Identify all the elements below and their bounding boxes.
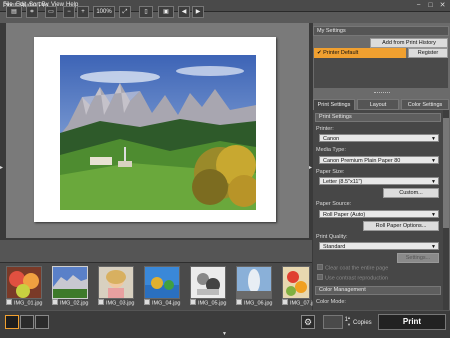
- media-type-label: Media Type:: [316, 147, 346, 153]
- paper-size-label: Paper Size:: [316, 169, 345, 175]
- zoom-level[interactable]: 100%: [93, 6, 115, 18]
- zoom-in-icon[interactable]: +: [77, 6, 89, 18]
- tab-color-settings[interactable]: Color Settings: [401, 99, 449, 110]
- my-settings-list: [314, 58, 448, 88]
- checkbox-icon[interactable]: [282, 299, 288, 305]
- thumbnail-label[interactable]: IMG_03.jpg: [98, 299, 134, 306]
- checkbox-icon[interactable]: [6, 299, 12, 305]
- fullscreen-icon[interactable]: ⤢: [119, 6, 131, 18]
- print-layout-icon[interactable]: ▤: [6, 6, 22, 18]
- panel-scrollbar-thumb[interactable]: [443, 118, 449, 228]
- custom-button[interactable]: Custom...: [383, 188, 439, 198]
- add-from-history-button[interactable]: Add from Print History: [370, 38, 448, 48]
- thumbnail[interactable]: [236, 266, 272, 299]
- copies-stepper[interactable]: ▲ ▼: [346, 314, 352, 328]
- thumbnail-label[interactable]: IMG_04.jpg: [144, 299, 180, 306]
- image-options-icon[interactable]: ▣: [158, 6, 174, 18]
- copies-label: Copies: [353, 320, 372, 326]
- next-icon[interactable]: ▶: [192, 6, 204, 18]
- paper-size-select[interactable]: Letter (8.5"x11") ▼: [319, 177, 439, 185]
- paper-preview: [34, 37, 276, 222]
- thumbnail-label[interactable]: IMG_05.jpg: [190, 299, 226, 306]
- zoom-out-icon[interactable]: −: [63, 6, 75, 18]
- fit-page-icon[interactable]: ▭: [45, 6, 57, 18]
- print-settings-body: Print Settings Printer: Canon ▼ Media Typ…: [313, 110, 443, 310]
- register-button[interactable]: Register: [408, 48, 448, 58]
- thumbnail[interactable]: [190, 266, 226, 299]
- print-button[interactable]: Print: [378, 314, 446, 330]
- thumbnail-label[interactable]: IMG_06.jpg: [236, 299, 272, 306]
- printer-select[interactable]: Canon ▼: [319, 134, 439, 142]
- thumbnail-label[interactable]: IMG_01.jpg: [6, 299, 42, 306]
- contrast-option[interactable]: Use contrast reproduction: [317, 274, 388, 281]
- previous-icon[interactable]: ◀: [178, 6, 190, 18]
- checkbox-icon[interactable]: [98, 299, 104, 305]
- preview-photo: [60, 55, 256, 210]
- checkbox-icon[interactable]: [236, 299, 242, 305]
- tab-layout[interactable]: Layout: [357, 99, 399, 110]
- close-button[interactable]: ✕: [438, 1, 447, 10]
- collapse-bottom-icon[interactable]: ▼: [222, 331, 227, 337]
- color-mode-label: Color Mode:: [316, 299, 346, 305]
- minimize-button[interactable]: −: [414, 1, 423, 10]
- thumbnail[interactable]: [282, 266, 310, 299]
- checkbox-icon[interactable]: [144, 299, 150, 305]
- thumbnail-label[interactable]: IMG_02.jpg: [52, 299, 88, 306]
- preview-area: [6, 23, 309, 238]
- paper-source-label: Paper Source:: [316, 201, 352, 207]
- maximize-button[interactable]: □: [426, 1, 435, 10]
- roll-paper-options-button[interactable]: Roll Paper Options...: [363, 221, 439, 231]
- my-settings-header[interactable]: My Settings: [313, 26, 449, 36]
- list-view-icon[interactable]: [35, 315, 49, 329]
- checkbox-icon[interactable]: [52, 299, 58, 305]
- media-type-select[interactable]: Canon Premium Plain Paper 80 ▼: [319, 156, 439, 164]
- print-quality-select[interactable]: Standard ▼: [319, 242, 439, 250]
- gear-icon[interactable]: ⚙: [301, 315, 315, 329]
- thumbnail[interactable]: [98, 266, 134, 299]
- crop-icon[interactable]: ⌗: [26, 6, 38, 18]
- preview-toolbar: [0, 240, 312, 262]
- split-view-icon[interactable]: [20, 315, 34, 329]
- paper-source-select[interactable]: Roll Paper (Auto) ▼: [319, 210, 439, 218]
- my-settings-item[interactable]: ✔ Printer Default: [314, 48, 406, 58]
- single-view-icon[interactable]: [5, 315, 19, 329]
- clear-coat-option[interactable]: Clear coat the entire page: [317, 264, 388, 271]
- quality-settings-button[interactable]: Settings...: [397, 253, 439, 263]
- thumbnail-strip: IMG_01.jpg IMG_02.jpg IMG_03.jpg IMG_04.…: [0, 262, 318, 310]
- printer-label: Printer:: [316, 126, 334, 132]
- tab-print-settings[interactable]: Print Settings: [313, 99, 355, 110]
- section-color-management[interactable]: Color Management: [315, 286, 441, 295]
- page-options-icon[interactable]: ▯: [139, 6, 153, 18]
- thumbnail[interactable]: [144, 266, 180, 299]
- thumbnail[interactable]: [6, 266, 42, 299]
- print-quality-label: Print Quality:: [316, 234, 348, 240]
- collapse-left-icon[interactable]: ▸: [0, 164, 5, 174]
- checkbox-icon[interactable]: [190, 299, 196, 305]
- splitter-handle[interactable]: [374, 92, 390, 95]
- thumbnail-selected[interactable]: [52, 266, 88, 299]
- section-print-settings[interactable]: Print Settings: [315, 113, 441, 122]
